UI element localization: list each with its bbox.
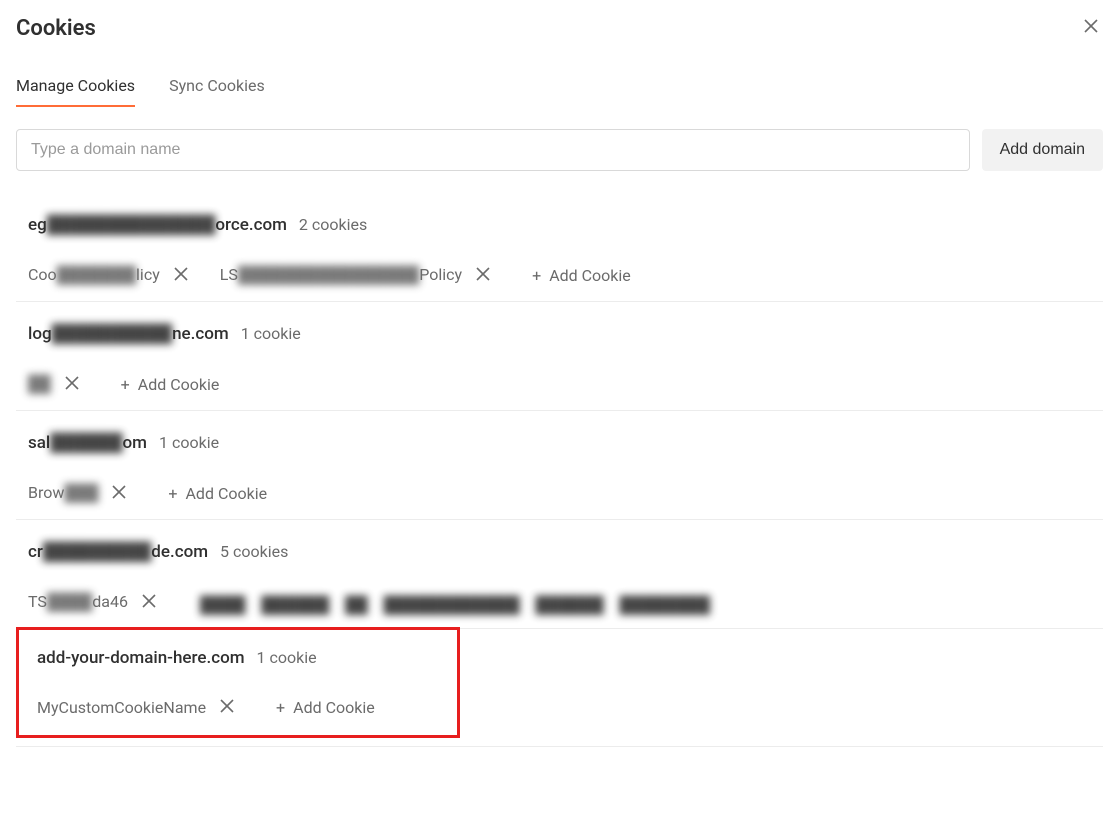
domain-name[interactable]: sal██████om [28, 433, 147, 453]
remove-cookie-icon[interactable] [174, 267, 188, 284]
obscured-cookies: ████ ██████ ██ ████████████ ██████ █████… [200, 595, 900, 609]
domain-block-highlighted: add-your-domain-here.com 1 cookie MyCust… [16, 627, 460, 738]
add-cookie-button[interactable]: + Add Cookie [121, 375, 220, 394]
domain-cookie-count: 2 cookies [299, 215, 367, 234]
add-domain-button[interactable]: Add domain [982, 129, 1103, 171]
remove-cookie-icon[interactable] [220, 699, 234, 716]
plus-icon: + [532, 266, 541, 285]
tab-manage-cookies[interactable]: Manage Cookies [16, 76, 135, 107]
cookie-chip[interactable]: ██ [28, 374, 79, 394]
remove-cookie-icon[interactable] [65, 376, 79, 393]
plus-icon: + [121, 375, 130, 394]
close-icon[interactable] [1079, 14, 1103, 42]
cookie-chip[interactable]: TS████da46 [28, 592, 156, 612]
domain-name[interactable]: cr█████████de.com [28, 542, 208, 562]
add-cookie-button[interactable]: + Add Cookie [168, 484, 267, 503]
domain-name[interactable]: eg██████████████orce.com [28, 215, 287, 235]
cookie-chip[interactable]: Coo███████licy [28, 265, 188, 285]
remove-cookie-icon[interactable] [476, 267, 490, 284]
domain-block: log██████████ne.com 1 cookie ██ + Add Co… [16, 302, 1103, 411]
domain-cookie-count: 5 cookies [220, 542, 288, 561]
domain-name[interactable]: log██████████ne.com [28, 324, 229, 344]
tab-sync-cookies[interactable]: Sync Cookies [169, 76, 265, 107]
tabs: Manage Cookies Sync Cookies [16, 76, 1103, 107]
remove-cookie-icon[interactable] [142, 594, 156, 611]
domain-name[interactable]: add-your-domain-here.com [37, 648, 245, 668]
domain-list: eg██████████████orce.com 2 cookies Coo██… [16, 193, 1103, 747]
domain-block: sal██████om 1 cookie Brow███ + Add Cooki… [16, 411, 1103, 520]
domain-block: eg██████████████orce.com 2 cookies Coo██… [16, 193, 1103, 302]
domain-search-input[interactable] [16, 129, 970, 171]
add-cookie-button[interactable]: + Add Cookie [532, 266, 631, 285]
domain-cookie-count: 1 cookie [257, 648, 317, 667]
domain-cookie-count: 1 cookie [241, 324, 301, 343]
domain-block: cr█████████de.com 5 cookies TS████da46 █… [16, 520, 1103, 629]
add-cookie-button[interactable]: + Add Cookie [276, 698, 375, 717]
remove-cookie-icon[interactable] [112, 485, 126, 502]
cookie-chip[interactable]: LS████████████████Policy [220, 265, 490, 285]
cookie-chip[interactable]: MyCustomCookieName [37, 698, 234, 717]
page-title: Cookies [16, 16, 96, 41]
plus-icon: + [276, 698, 285, 717]
domain-cookie-count: 1 cookie [159, 433, 219, 452]
plus-icon: + [168, 484, 177, 503]
cookie-chip[interactable]: Brow███ [28, 483, 126, 503]
